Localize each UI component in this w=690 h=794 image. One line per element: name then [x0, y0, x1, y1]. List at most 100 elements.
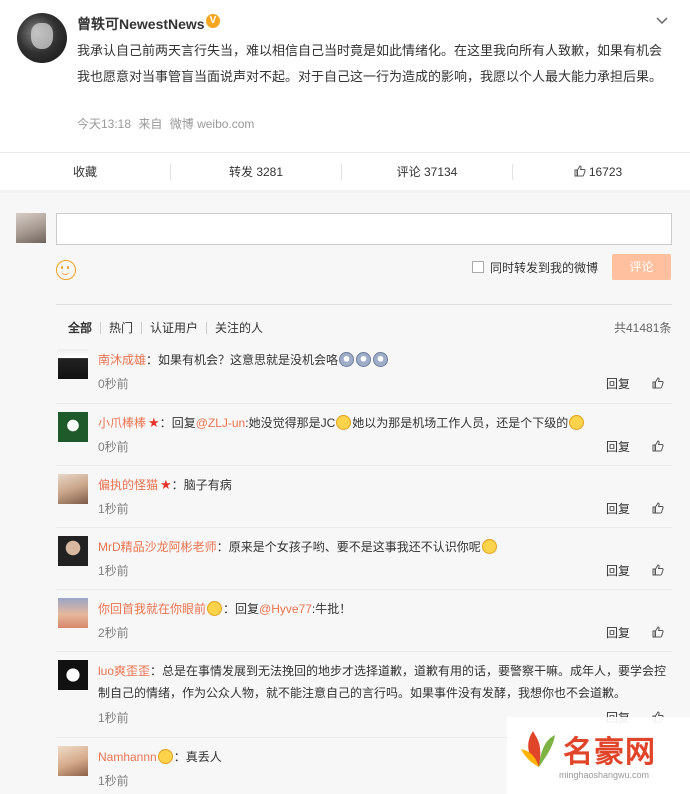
commenter-name[interactable]: luo爽歪歪: [98, 664, 150, 678]
comment-separator: ：: [216, 540, 229, 554]
comment-content: 如果有机会？这意思就是没机会咯: [158, 353, 339, 367]
commenter-name[interactable]: 你回首我就在你眼前: [98, 602, 206, 616]
author-avatar[interactable]: [17, 13, 67, 63]
like-button[interactable]: 16723: [513, 153, 683, 191]
comment-content: :牛批！: [311, 602, 352, 616]
commenter-name[interactable]: 南沐成雄: [98, 353, 146, 367]
commenter-avatar[interactable]: [58, 660, 88, 690]
reply-prefix: 回复: [171, 416, 196, 430]
comment-time: 1秒前: [98, 711, 129, 725]
post-time[interactable]: 今天13:18: [77, 117, 131, 131]
tab-hot[interactable]: 热门: [109, 319, 133, 336]
commenter-avatar[interactable]: [58, 474, 88, 504]
post-meta: 今天13:18 来自 微博 weibo.com: [77, 115, 258, 132]
divider: [206, 322, 208, 334]
site-watermark: 名豪网 minghaoshangwu.com: [507, 717, 690, 794]
leaf-logo-icon: [521, 731, 555, 767]
comment-text: 南沐成雄：如果有机会？这意思就是没机会咯: [98, 349, 668, 371]
comment-content: 真丢人: [185, 750, 222, 764]
comment-separator: ：: [150, 664, 163, 678]
comment-content-2: 她以为那是机场工作人员，还是个下级的: [352, 416, 569, 430]
comment-time: 0秒前: [98, 440, 129, 454]
divider: [56, 304, 672, 305]
emoji-icon: [569, 415, 585, 430]
mention-link[interactable]: @Hyve77: [259, 602, 312, 616]
thumbs-up-icon: [574, 165, 586, 177]
thumbs-up-icon[interactable]: [652, 377, 664, 389]
emoji-icon: [339, 352, 355, 367]
commenter-avatar[interactable]: [58, 598, 88, 628]
mention-link[interactable]: @ZLJ-un: [196, 416, 246, 430]
comment-separator: ：: [146, 353, 159, 367]
collect-button[interactable]: 收藏: [0, 153, 170, 191]
action-bar: 收藏 转发 3281 评论 37134 16723: [0, 152, 690, 190]
thumbs-up-icon[interactable]: [652, 626, 664, 638]
comment-separator: ：: [223, 602, 236, 616]
commenter-avatar[interactable]: [58, 536, 88, 566]
reply-button[interactable]: 回复: [606, 624, 630, 641]
weibo-post: 曾轶可NewestNews V 我承认自己前两天言行失当，难以相信自己当时竟是如…: [0, 0, 690, 152]
tab-following[interactable]: 关注的人: [215, 319, 263, 336]
reply-button[interactable]: 回复: [606, 562, 630, 579]
reply-button[interactable]: 回复: [606, 438, 630, 455]
commenter-avatar[interactable]: [58, 746, 88, 776]
thumbs-up-icon[interactable]: [652, 440, 664, 452]
watermark-url: minghaoshangwu.com: [559, 770, 650, 780]
emoji-picker-icon[interactable]: [56, 260, 76, 280]
comment-item: MrD精品沙龙阿彬老师：原来是个女孩子哟、要不是这事我还不认识你呢 1秒前 回复: [56, 527, 672, 589]
author-name[interactable]: 曾轶可NewestNews: [77, 14, 205, 34]
comment-filter-tabs: 全部 热门 认证用户 关注的人: [68, 319, 263, 336]
commenter-name[interactable]: Namhannn: [98, 750, 157, 764]
comment-content: 脑子有病: [183, 478, 232, 492]
comment-content: 原来是个女孩子哟、要不是这事我还不认识你呢: [228, 540, 481, 554]
comment-item: 小爪棒棒 ★：回复@ZLJ-un:她没觉得那是JC 她以为那是机场工作人员，还是个下…: [56, 403, 672, 465]
comment-item: 偏执的怪猫 ★：脑子有病 1秒前 回复: [56, 465, 672, 527]
emoji-icon: [336, 415, 352, 430]
chevron-down-icon[interactable]: [655, 14, 669, 28]
reply-button[interactable]: 回复: [606, 375, 630, 392]
thumbs-up-icon[interactable]: [652, 502, 664, 514]
repost-button[interactable]: 转发 3281: [171, 153, 341, 191]
comment-time: 0秒前: [98, 377, 129, 391]
commenter-name[interactable]: MrD精品沙龙阿彬老师: [98, 540, 217, 554]
comment-text: 小爪棒棒 ★：回复@ZLJ-un:她没觉得那是JC 她以为那是机场工作人员，还是个下…: [98, 412, 668, 434]
comment-text: luo爽歪歪：总是在事情发展到无法挽回的地步才选择道歉，道歉有用的话，要警察干嘛…: [98, 660, 668, 704]
emoji-icon: [373, 352, 389, 367]
commenter-avatar[interactable]: [58, 412, 88, 442]
divider: [170, 164, 171, 180]
reply-button[interactable]: 回复: [606, 500, 630, 517]
post-source-prefix: 来自: [138, 117, 163, 131]
comment-separator: ：: [171, 478, 184, 492]
commenter-avatar[interactable]: [58, 349, 88, 379]
repost-checkbox-label[interactable]: 同时转发到我的微博: [490, 259, 598, 276]
star-badge-icon: ★: [160, 477, 172, 492]
comment-text: 偏执的怪猫 ★：脑子有病: [98, 474, 668, 496]
comment-time: 1秒前: [98, 502, 129, 516]
comment-time: 2秒前: [98, 626, 129, 640]
comment-input[interactable]: [56, 213, 672, 245]
like-count: 16723: [588, 165, 623, 179]
commenter-name[interactable]: 偏执的怪猫: [98, 478, 158, 492]
my-avatar[interactable]: [16, 213, 46, 243]
comment-text: 你回首我就在你眼前 ：回复@Hyve77:牛批！: [98, 598, 668, 620]
emoji-icon: [481, 539, 497, 554]
comment-text: MrD精品沙龙阿彬老师：原来是个女孩子哟、要不是这事我还不认识你呢: [98, 536, 668, 558]
comment-time: 1秒前: [98, 774, 129, 788]
comment-area: 同时转发到我的微博 评论 全部 热门 认证用户 关注的人 共41481条 南沐成雄：如…: [0, 193, 690, 794]
commenter-name[interactable]: 小爪棒棒: [98, 416, 146, 430]
reply-prefix: 回复: [235, 602, 260, 616]
comment-total: 共41481条: [614, 321, 672, 335]
repost-checkbox[interactable]: [472, 261, 484, 273]
thumbs-up-icon[interactable]: [652, 564, 664, 576]
emoji-icon: [157, 749, 173, 764]
submit-comment-button[interactable]: 评论: [612, 254, 671, 280]
post-source[interactable]: 微博 weibo.com: [170, 117, 255, 131]
tab-verified[interactable]: 认证用户: [150, 319, 198, 336]
comment-content: 总是在事情发展到无法挽回的地步才选择道歉，道歉有用的话，要警察干嘛。成年人，要学…: [98, 664, 667, 700]
tab-all[interactable]: 全部: [68, 319, 92, 336]
comment-separator: ：: [173, 750, 186, 764]
comment-button[interactable]: 评论 37134: [342, 153, 512, 191]
comment-time: 1秒前: [98, 564, 129, 578]
emoji-icon: [356, 352, 372, 367]
comment-content: :她没觉得那是JC: [245, 416, 336, 430]
